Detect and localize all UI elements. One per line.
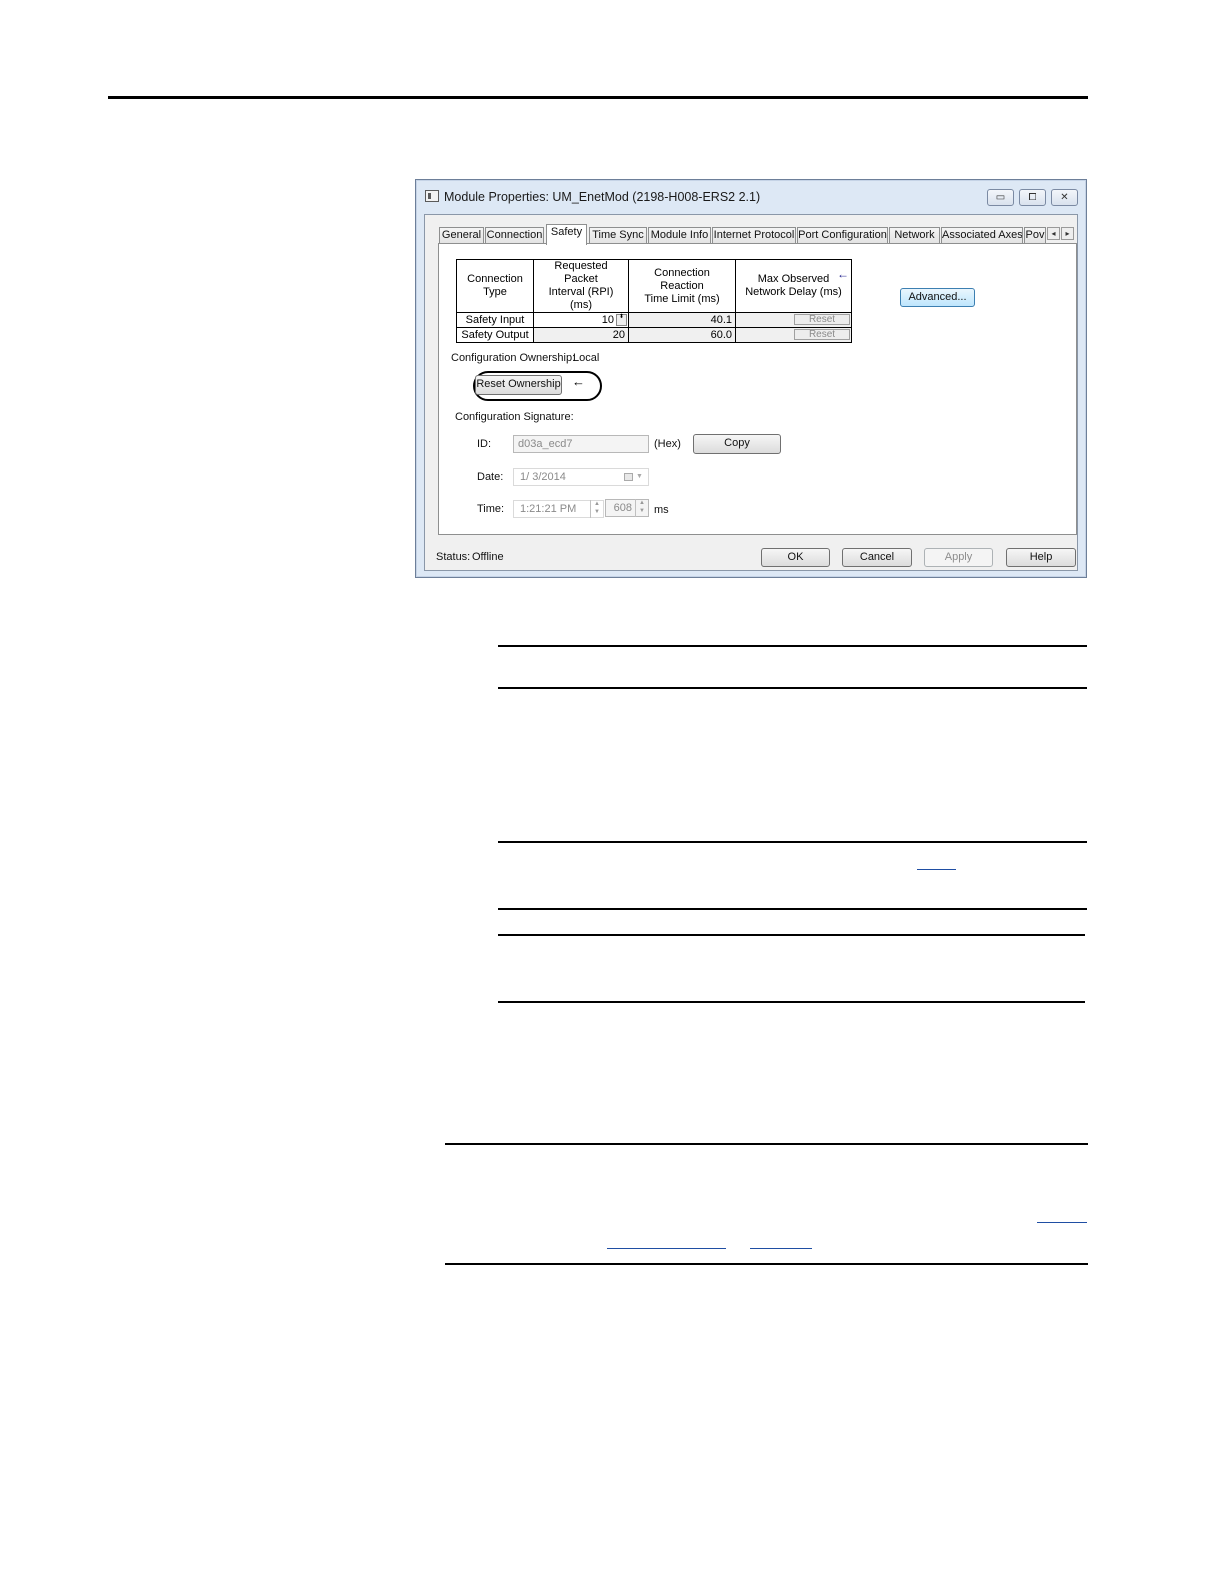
note-rule-2: [498, 687, 1087, 689]
reset-ownership-button[interactable]: Reset Ownership: [475, 375, 562, 395]
page-header-rule: [108, 96, 1088, 99]
tab-safety[interactable]: Safety: [546, 224, 587, 245]
ownership-label: Configuration Ownership:: [451, 352, 576, 364]
note-rule-7: [445, 1143, 1088, 1145]
maximize-button[interactable]: ⧠: [1019, 189, 1046, 206]
header-connection-type: Connection Type: [456, 259, 534, 313]
status-value: Offline: [472, 551, 504, 563]
time-value: 1:21:21 PM: [520, 503, 577, 515]
tab-scroll-left-button[interactable]: ◂: [1047, 227, 1060, 240]
reset-delay-button[interactable]: Reset: [794, 329, 850, 340]
time-label: Time:: [477, 503, 505, 515]
tab-module-info[interactable]: Module Info: [648, 227, 711, 243]
status-label: Status:: [436, 551, 471, 563]
cell-network-delay: Reset: [735, 312, 852, 328]
cancel-button[interactable]: Cancel: [842, 548, 912, 567]
cell-network-delay: Reset: [735, 327, 852, 343]
note-rule-3: [498, 841, 1087, 843]
tab-scroll-right-button[interactable]: ▸: [1061, 227, 1074, 240]
minimize-button[interactable]: ▭: [987, 189, 1014, 206]
link-underline-2[interactable]: [1037, 1222, 1087, 1223]
signature-date-field[interactable]: 1/ 3/2014 ▼: [513, 468, 649, 486]
help-button[interactable]: Help: [1006, 548, 1076, 567]
dialog-client-area: General Connection Safety Time Sync Modu…: [424, 214, 1078, 571]
date-label: Date:: [477, 471, 504, 483]
ok-button[interactable]: OK: [761, 548, 830, 567]
window-title: Module Properties: UM_EnetMod (2198-H008…: [444, 190, 761, 204]
ms-value: 608: [613, 502, 632, 514]
title-bar[interactable]: Module Properties: UM_EnetMod (2198-H008…: [416, 180, 1086, 214]
tab-time-sync[interactable]: Time Sync: [589, 227, 647, 243]
cell-connection-type: Safety Input: [456, 312, 534, 328]
module-properties-window: Module Properties: UM_EnetMod (2198-H008…: [415, 179, 1087, 578]
tab-associated-axes[interactable]: Associated Axes: [941, 227, 1023, 243]
tab-strip: General Connection Safety Time Sync Modu…: [439, 224, 1079, 245]
table-row[interactable]: Safety Output 20 60.0 Reset: [456, 327, 852, 343]
note-rule-1: [498, 645, 1087, 647]
id-label: ID:: [477, 438, 492, 450]
tab-internet-protocol[interactable]: Internet Protocol: [712, 227, 796, 243]
chevron-right-icon: ▸: [1065, 229, 1070, 238]
rpi-input[interactable]: 10 ⬍: [533, 312, 629, 328]
connection-table: Connection Type Requested Packet Interval …: [456, 259, 852, 343]
tab-network[interactable]: Network: [889, 227, 940, 243]
ms-spinner-icon[interactable]: ▲ ▼: [635, 499, 648, 517]
calendar-icon[interactable]: [624, 473, 633, 481]
reset-delay-button[interactable]: Reset: [794, 314, 850, 325]
maximize-icon: ⧠: [1028, 192, 1037, 203]
header-network-delay: Max Observed Network Delay (ms): [735, 259, 852, 313]
cell-rpi: 20: [533, 327, 629, 343]
table-row[interactable]: Safety Input 10 ⬍ 40.1 Reset: [456, 312, 852, 328]
link-underline-4[interactable]: [750, 1248, 812, 1249]
hex-label: (Hex): [654, 438, 681, 450]
chevron-down-icon[interactable]: ▼: [636, 469, 643, 485]
advanced-button[interactable]: Advanced...: [900, 288, 975, 307]
date-value: 1/ 3/2014: [520, 471, 566, 483]
rpi-spinner-icon[interactable]: ⬍: [616, 314, 627, 326]
close-icon: ✕: [1060, 192, 1069, 203]
tab-power[interactable]: Pov: [1024, 227, 1046, 243]
signature-ms-field[interactable]: 608 ▲ ▼: [605, 499, 649, 517]
note-rule-6: [498, 1001, 1085, 1003]
signature-id-field[interactable]: d03a_ecd7: [513, 435, 649, 453]
cell-connection-type: Safety Output: [456, 327, 534, 343]
link-underline-3[interactable]: [607, 1248, 726, 1249]
apply-button[interactable]: Apply: [924, 548, 993, 567]
header-reaction-time: Connection Reaction Time Limit (ms): [628, 259, 736, 313]
copy-button[interactable]: Copy: [693, 434, 781, 454]
link-underline-1[interactable]: [917, 869, 956, 870]
cell-reaction-time: 60.0: [628, 327, 736, 343]
table-header-row: Connection Type Requested Packet Interval …: [456, 259, 852, 313]
tab-port-configuration[interactable]: Port Configuration: [797, 227, 888, 243]
cell-reaction-time: 40.1: [628, 312, 736, 328]
ms-label: ms: [654, 504, 669, 516]
tab-general[interactable]: General: [439, 227, 484, 243]
app-icon: [425, 190, 439, 202]
ownership-value: Local: [573, 352, 600, 364]
safety-tab-panel: Connection Type Requested Packet Interval …: [438, 243, 1077, 535]
signature-heading: Configuration Signature:: [455, 411, 574, 423]
callout-arrow-icon: ←: [837, 267, 849, 281]
chevron-left-icon: ◂: [1051, 229, 1056, 238]
note-rule-8: [445, 1263, 1088, 1265]
close-button[interactable]: ✕: [1051, 189, 1078, 206]
callout-arrow-icon: ←: [572, 374, 585, 389]
time-spinner-icon[interactable]: ▲ ▼: [590, 500, 603, 518]
signature-time-field[interactable]: 1:21:21 PM ▲ ▼: [513, 500, 604, 518]
minimize-icon: ▭: [995, 192, 1006, 203]
note-rule-4: [498, 908, 1087, 910]
tab-connection[interactable]: Connection: [485, 227, 544, 243]
header-rpi: Requested Packet Interval (RPI) (ms): [533, 259, 629, 313]
note-rule-5: [498, 934, 1085, 936]
